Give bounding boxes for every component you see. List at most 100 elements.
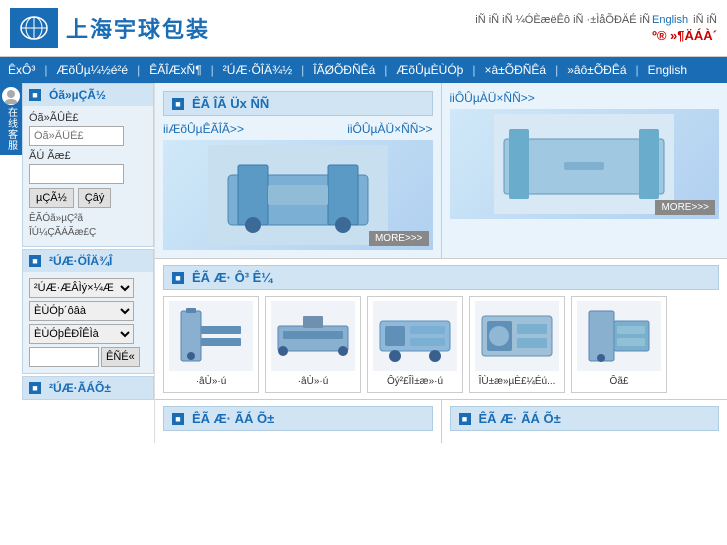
logo-area: 上海宇球包装 — [10, 8, 210, 48]
sq-icon-banner: ■ — [172, 98, 184, 110]
product-name-5: Ôã£ — [576, 375, 662, 388]
category-dropdown-3[interactable]: ÈÙÓþÊÐÎÊÌà — [29, 324, 134, 344]
banner-more-btn-right[interactable]: MORE>>> — [655, 200, 715, 215]
username-label: Óã»ÃÛÈ£ — [29, 112, 147, 124]
nav-news[interactable]: ÊÃÎÆxÑ¶ — [141, 57, 209, 83]
live-chat-avatar — [2, 87, 20, 105]
banner-links-right: iiÔÛµÀÜ×ÑÑ>> — [450, 91, 720, 105]
sidebar: 在线客服 ■ Óã»µÇÃ½ Óã»ÃÛÈ£ ÃÚ Ãæ£ µÇÃ½ Çâý — [0, 83, 155, 443]
sq-icon-bottom2: ■ — [459, 413, 471, 425]
top-links: iÑ iÑ iÑ ¼ÓÈæëÊô iÑ ·±ÌåÕÐÄÉ iÑEnglish i… — [475, 14, 717, 26]
login-button[interactable]: µÇÃ½ — [29, 188, 74, 208]
bottom-title-1: ■ ÊÃ Æ· ÃÁ Õ± — [163, 406, 433, 431]
nav-products[interactable]: ²ÚÆ·ÕÎÄ¾½ — [215, 57, 300, 83]
nav-honor[interactable]: ÆõÛµÈÙÓþ — [388, 57, 471, 83]
clear-button[interactable]: Çâý — [78, 188, 112, 208]
product-img-4 — [475, 301, 559, 371]
products-title-bar: ■ ÊÃ Æ· Ô³ Ê¼ — [163, 265, 719, 290]
banner-left: ■ ÊÃ ÎÃ Üx ÑÑ iiÆõÛµÊÃÎÃ>> iiÔÛµÀÜ×ÑÑ>> — [155, 83, 442, 258]
sidebar-section3-title[interactable]: ■ ²ÚÆ·ÃÁÕ± — [23, 377, 153, 399]
banner-image-right: MORE>>> — [450, 109, 720, 219]
sidebar-inner: ■ Óã»µÇÃ½ Óã»ÃÛÈ£ ÃÚ Ãæ£ µÇÃ½ Çâý ÊÃÓã»µ… — [22, 83, 154, 400]
product-img-3 — [373, 301, 457, 371]
password-label: ÃÚ Ãæ£ — [29, 150, 147, 162]
product-card-5[interactable]: Ôã£ — [571, 296, 667, 393]
sidebar-login-label: Óã»µÇÃ½ — [49, 88, 106, 102]
dropdown-row-1: ²ÚÆ·ÆÂÌý×¼Æ — [29, 278, 147, 298]
banner-title-text: ÊÃ ÎÃ Üx ÑÑ — [192, 96, 269, 111]
live-chat-panel[interactable]: 在线客服 — [0, 83, 22, 155]
nav-home[interactable]: ÊxÔ³ — [0, 57, 43, 83]
product-card-3[interactable]: Ôý²£ÎÌ±æ»·ú — [367, 296, 463, 393]
sidebar-login-title[interactable]: ■ Óã»µÇÃ½ — [23, 84, 153, 106]
banner-image-left: MORE>>> — [163, 140, 433, 250]
banner-section: ■ ÊÃ ÎÃ Üx ÑÑ iiÆõÛµÊÃÎÃ>> iiÔÛµÀÜ×ÑÑ>> — [155, 83, 727, 259]
category-dropdown-1[interactable]: ²ÚÆ·ÆÂÌý×¼Æ — [29, 278, 134, 298]
english-link[interactable]: English — [652, 14, 688, 26]
bottom-label-1: ÊÃ Æ· ÃÁ Õ± — [192, 411, 274, 426]
bottom-row: ■ ÊÃ Æ· ÃÁ Õ± ■ ÊÃ Æ· ÃÁ Õ± — [155, 399, 727, 443]
product-card-2[interactable]: ·âÙ»·ú — [265, 296, 361, 393]
nav-english[interactable]: English — [640, 57, 695, 83]
nav-feedback[interactable]: »âô±ÕÐÊá — [559, 57, 634, 83]
sq-icon-products: ■ — [172, 272, 184, 284]
login-buttons: µÇÃ½ Çâý — [29, 188, 147, 208]
main-nav: ÊxÔ³ | ÆõÛµ¼½é²é | ÊÃÎÆxÑ¶ | ²ÚÆ·ÕÎÄ¾½ |… — [0, 57, 727, 83]
bottom-col-1: ■ ÊÃ Æ· ÃÁ Õ± — [155, 400, 442, 443]
banner-link-company[interactable]: iiÆõÛµÊÃÎÃ>> — [163, 122, 244, 136]
main-layout: 在线客服 ■ Óã»µÇÃ½ Óã»ÃÛÈ£ ÃÚ Ãæ£ µÇÃ½ Çâý — [0, 83, 727, 443]
banner-link-right[interactable]: iiÔÛµÀÜ×ÑÑ>> — [450, 91, 535, 105]
products-title: ÊÃ Æ· Ô³ Ê¼ — [192, 270, 272, 285]
sidebar-product-title[interactable]: ■ ²ÚÆ·ÖÎÄ¾Î — [23, 250, 153, 272]
logo-text: 上海宇球包装 — [66, 12, 210, 44]
banner-link-products[interactable]: iiÔÛµÀÜ×ÑÑ>> — [347, 122, 432, 136]
password-input[interactable] — [29, 164, 124, 184]
sq-icon-3: ■ — [29, 382, 41, 394]
bottom-label-2: ÊÃ Æ· ÃÁ Õ± — [479, 411, 561, 426]
logo-icon — [10, 8, 58, 48]
bottom-title-2: ■ ÊÃ Æ· ÃÁ Õ± — [450, 406, 720, 431]
products-section: ■ ÊÃ Æ· Ô³ Ê¼ ·âÙ»·ú — [155, 259, 727, 399]
header: 上海宇球包装 iÑ iÑ iÑ ¼ÓÈæëÊô iÑ ·±ÌåÕÐÄÉ iÑEn… — [0, 0, 727, 57]
product-name-1: ·âÙ»·ú — [168, 375, 254, 388]
sidebar-section3: ■ ²ÚÆ·ÃÁÕ± — [22, 376, 154, 400]
product-search-row: ÊÑÉ« — [29, 347, 147, 367]
product-img-1 — [169, 301, 253, 371]
product-img-2 — [271, 301, 355, 371]
banner-more-btn-left[interactable]: MORE>>> — [369, 231, 429, 246]
product-card-1[interactable]: ·âÙ»·ú — [163, 296, 259, 393]
product-search-input[interactable] — [29, 347, 99, 367]
bottom-col-2: ■ ÊÃ Æ· ÃÁ Õ± — [442, 400, 727, 443]
dropdown-row-2: ÈÙÓþ´ôâà — [29, 301, 147, 321]
product-name-4: ÎÙ±æ»µÈ£¼Éú... — [474, 375, 560, 388]
sidebar-login-content: Óã»ÃÛÈ£ ÃÚ Ãæ£ µÇÃ½ Çâý ÊÃÓã»µÇ²ã ÎÚ¼ÇÃÁ… — [23, 106, 153, 246]
sq-icon-product: ■ — [29, 255, 41, 267]
live-chat-text: 在线客服 — [4, 107, 19, 151]
nav-company[interactable]: ÆõÛµ¼½é²é — [48, 57, 136, 83]
dropdown-row-3: ÈÙÓþÊÐÎÊÌà — [29, 324, 147, 344]
tagline: º® »¶ÄÁÀ´ — [475, 28, 717, 43]
product-card-4[interactable]: ÎÙ±æ»µÈ£¼Éú... — [469, 296, 565, 393]
sidebar-section3-label: ²ÚÆ·ÃÁÕ± — [49, 381, 111, 395]
sq-icon-login: ■ — [29, 89, 41, 101]
product-img-5 — [577, 301, 661, 371]
nav-recruitment[interactable]: ÎÃØÕÐÑÊá — [305, 57, 383, 83]
header-right: iÑ iÑ iÑ ¼ÓÈæëÊô iÑ ·±ÌåÕÐÄÉ iÑEnglish i… — [475, 14, 717, 43]
username-input[interactable] — [29, 126, 124, 146]
product-name-2: ·âÙ»·ú — [270, 375, 356, 388]
content-area: ■ ÊÃ ÎÃ Üx ÑÑ iiÆõÛµÊÃÎÃ>> iiÔÛµÀÜ×ÑÑ>> — [155, 83, 727, 443]
banner-links-left: iiÆõÛµÊÃÎÃ>> iiÔÛµÀÜ×ÑÑ>> — [163, 122, 433, 136]
category-dropdown-2[interactable]: ÈÙÓþ´ôâà — [29, 301, 134, 321]
login-note: ÊÃÓã»µÇ²ã ÎÚ¼ÇÃÁÃæ£Ç — [29, 212, 147, 240]
products-grid: ·âÙ»·ú ·âÙ»·ú — [163, 296, 719, 393]
product-search-button[interactable]: ÊÑÉ« — [101, 347, 140, 367]
banner-right: iiÔÛµÀÜ×ÑÑ>> MORE>>> — [442, 83, 727, 258]
sq-icon-bottom1: ■ — [172, 413, 184, 425]
sidebar-product-section: ■ ²ÚÆ·ÖÎÄ¾Î ²ÚÆ·ÆÂÌý×¼Æ ÈÙÓþ´ôâà — [22, 249, 154, 374]
nav-contact[interactable]: ×â±ÕÐÑÊá — [476, 57, 554, 83]
product-name-3: Ôý²£ÎÌ±æ»·ú — [372, 375, 458, 388]
sidebar-login-section: ■ Óã»µÇÃ½ Óã»ÃÛÈ£ ÃÚ Ãæ£ µÇÃ½ Çâý ÊÃÓã»µ… — [22, 83, 154, 247]
banner-title: ■ ÊÃ ÎÃ Üx ÑÑ — [163, 91, 433, 116]
sidebar-product-label: ²ÚÆ·ÖÎÄ¾Î — [49, 254, 112, 268]
sidebar-product-content: ²ÚÆ·ÆÂÌý×¼Æ ÈÙÓþ´ôâà ÈÙÓþÊÐÎÊÌà — [23, 272, 153, 373]
